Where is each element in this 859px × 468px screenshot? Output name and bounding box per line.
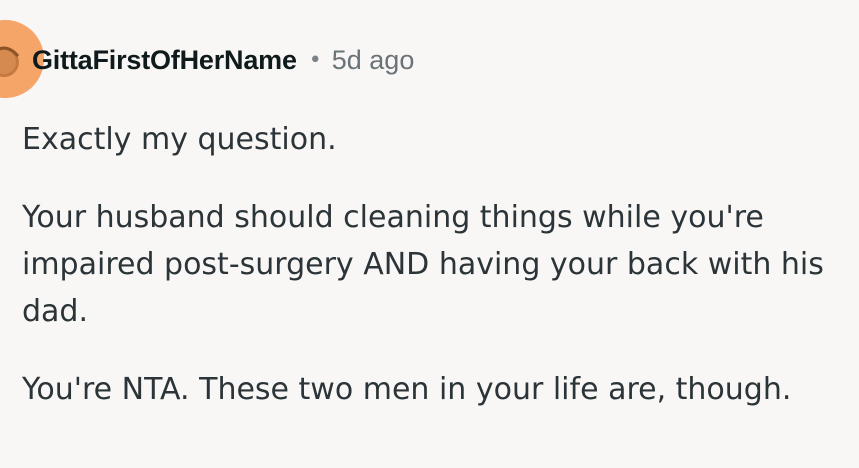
comment-paragraph: Exactly my question.	[22, 122, 337, 157]
comment-meta: GittaFirstOfHerName • 5d ago	[32, 42, 414, 78]
comment-paragraph: Your husband should cleaning things whil…	[22, 200, 824, 329]
timestamp[interactable]: 5d ago	[332, 45, 415, 76]
meta-separator: •	[308, 47, 322, 73]
comment-paragraph: You're NTA. These two men in your life a…	[22, 372, 792, 407]
comment-body: Exactly my question. Your husband should…	[22, 116, 852, 444]
comment: GittaFirstOfHerName • 5d ago Exactly my …	[0, 0, 859, 468]
username-link[interactable]: GittaFirstOfHerName	[32, 45, 297, 76]
